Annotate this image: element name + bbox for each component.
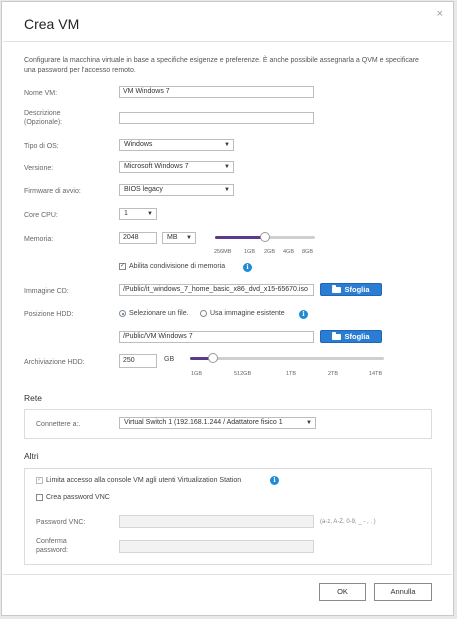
- description-input[interactable]: [119, 112, 314, 124]
- dialog-title: Crea VM: [24, 16, 80, 32]
- memory-tick: 256MB: [214, 249, 232, 255]
- info-icon[interactable]: i: [270, 476, 279, 485]
- connect-to-label: Connettere a:.: [36, 421, 81, 428]
- memory-share-label: Abilita condivisione di memoria: [129, 263, 226, 270]
- cpu-label: Core CPU:: [24, 212, 58, 219]
- radio-select-file-label: Selezionare un file.: [129, 310, 189, 317]
- memory-tick: 4GB: [283, 249, 295, 255]
- firmware-value: BIOS legacy: [124, 186, 163, 193]
- limit-access-label: Limita accesso alla console VM agli uten…: [46, 477, 242, 484]
- vm-name-input[interactable]: VM Windows 7: [119, 86, 314, 98]
- dialog-description: Configurare la macchina virtuale in base…: [24, 57, 419, 74]
- os-type-select[interactable]: Windows ▼: [119, 139, 234, 151]
- title-divider: [3, 41, 452, 42]
- version-value: Microsoft Windows 7: [124, 163, 189, 170]
- chevron-down-icon: ▼: [224, 164, 230, 170]
- os-type-value: Windows: [124, 141, 153, 148]
- hdd-storage-unit: GB: [164, 356, 175, 363]
- ok-button[interactable]: OK: [319, 583, 366, 601]
- info-icon[interactable]: i: [243, 263, 252, 272]
- hdd-tick: 1GB: [191, 371, 203, 377]
- hdd-browse-button[interactable]: Sfoglia: [320, 330, 382, 343]
- memory-unit-select[interactable]: MB ▼: [162, 232, 196, 244]
- hdd-path-input[interactable]: /Public/VM Windows 7: [119, 331, 314, 343]
- memory-tick: 2GB: [264, 249, 276, 255]
- cancel-button[interactable]: Annulla: [374, 583, 432, 601]
- other-section-title: Altri: [24, 451, 39, 461]
- hdd-tick: 1TB: [286, 371, 297, 377]
- vnc-password-label: Password VNC:: [36, 519, 86, 526]
- limit-access-checkbox[interactable]: ✓: [36, 477, 43, 484]
- hdd-slider-handle[interactable]: [208, 353, 218, 363]
- folder-icon: [332, 331, 342, 340]
- radio-existing-image[interactable]: [200, 310, 207, 317]
- cpu-select[interactable]: 1 ▼: [119, 208, 157, 220]
- hdd-slider-track[interactable]: [190, 357, 384, 360]
- hdd-tick: 2TB: [328, 371, 339, 377]
- memory-slider-handle[interactable]: [260, 232, 270, 242]
- chevron-down-icon: ▼: [224, 142, 230, 148]
- cd-image-label: Immagine CD:: [24, 288, 69, 295]
- os-type-label: Tipo di OS:: [24, 143, 59, 150]
- memory-slider-fill: [215, 236, 265, 239]
- memory-tick: 1GB: [244, 249, 256, 255]
- vnc-password-input[interactable]: [119, 515, 314, 528]
- radio-existing-image-label: Usa immagine esistente: [210, 310, 285, 317]
- vm-name-label: Nome VM:: [24, 90, 58, 97]
- version-select[interactable]: Microsoft Windows 7 ▼: [119, 161, 234, 173]
- cd-image-input[interactable]: /Public/it_windows_7_home_basic_x86_dvd_…: [119, 284, 314, 296]
- create-vnc-password-label: Crea password VNC: [46, 494, 110, 501]
- firmware-select[interactable]: BIOS legacy ▼: [119, 184, 234, 196]
- hdd-tick: 14TB: [369, 371, 383, 377]
- chevron-down-icon: ▼: [305, 418, 312, 428]
- virtual-switch-value: Virtual Switch 1 (192.168.1.244 / Adatta…: [124, 419, 283, 426]
- hdd-storage-input[interactable]: 250: [119, 354, 157, 368]
- hdd-tick: 512GB: [234, 371, 252, 377]
- cpu-value: 1: [124, 210, 128, 217]
- confirm-password-input[interactable]: [119, 540, 314, 553]
- virtual-switch-select[interactable]: Virtual Switch 1 (192.168.1.244 / Adatta…: [119, 417, 316, 429]
- version-label: Versione:: [24, 165, 54, 172]
- memory-unit-value: MB: [167, 234, 178, 241]
- confirm-password-label: Conferma password:: [36, 538, 68, 554]
- create-vnc-password-checkbox[interactable]: [36, 494, 43, 501]
- hdd-browse-label: Sfoglia: [344, 332, 370, 341]
- vnc-password-hint: (a-z, A-Z, 0-9, _ - , . ): [320, 519, 376, 525]
- description-label: Descrizione (Opzionale):: [24, 110, 63, 126]
- close-icon[interactable]: ×: [437, 8, 443, 20]
- create-vm-dialog: Crea VM × Configurare la macchina virtua…: [1, 1, 454, 616]
- folder-icon: [332, 284, 342, 293]
- memory-share-checkbox[interactable]: ✓: [119, 263, 126, 270]
- cd-browse-label: Sfoglia: [344, 285, 370, 294]
- chevron-down-icon: ▼: [186, 235, 192, 241]
- network-section-title: Rete: [24, 393, 42, 403]
- memory-label: Memoria:: [24, 236, 54, 243]
- memory-tick: 8GB: [302, 249, 314, 255]
- chevron-down-icon: ▼: [224, 187, 230, 193]
- memory-input[interactable]: 2048: [119, 232, 157, 244]
- info-icon[interactable]: i: [299, 310, 308, 319]
- hdd-location-label: Posizione HDD:: [24, 311, 74, 318]
- chevron-down-icon: ▼: [147, 211, 153, 217]
- firmware-label: Firmware di avvio:: [24, 188, 81, 195]
- cd-browse-button[interactable]: Sfoglia: [320, 283, 382, 296]
- radio-select-file[interactable]: [119, 310, 126, 317]
- footer-divider: [3, 574, 452, 575]
- hdd-storage-label: Archiviazione HDD:: [24, 359, 85, 366]
